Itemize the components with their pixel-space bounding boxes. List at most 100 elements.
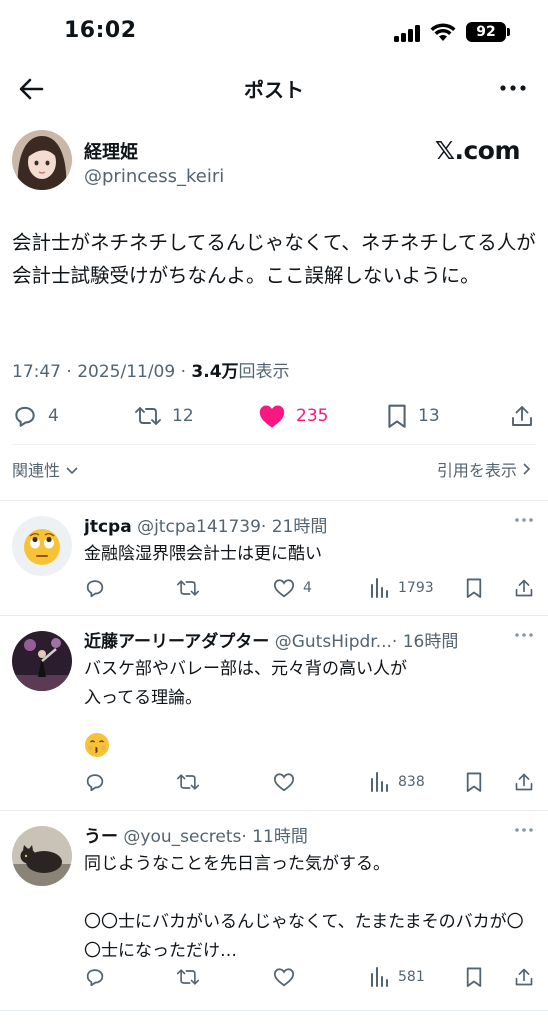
view-quotes-label: 引用を表示 — [436, 461, 517, 480]
reply-share-button[interactable] — [514, 962, 542, 992]
kissing-face-emoji — [84, 732, 110, 758]
heart-icon — [273, 773, 295, 792]
repost-icon — [176, 580, 200, 596]
bookmark-icon — [388, 404, 406, 428]
bookmark-button[interactable]: 13 — [386, 396, 440, 436]
divider — [12, 444, 536, 445]
reply-bookmark-button[interactable] — [465, 573, 491, 603]
reply-icon — [86, 580, 104, 598]
reply-header: jtcpa @jtcpa141739· 21時間 — [84, 512, 504, 537]
reply-like-count: 4 — [303, 580, 312, 596]
chevron-down-icon — [66, 467, 78, 475]
reply-view-count: 838 — [398, 774, 425, 790]
reply-author-name[interactable]: 近藤アーリーアダプター — [84, 632, 269, 652]
heart-icon — [273, 968, 295, 987]
analytics-bar-icon — [371, 967, 388, 987]
reply-reply-button[interactable] — [84, 767, 114, 797]
reply-view-count: 581 — [398, 969, 425, 985]
reply-author-handle[interactable]: @jtcpa141739 — [137, 517, 261, 537]
reply-author-name[interactable]: jtcpa — [84, 517, 132, 537]
repost-icon — [176, 774, 200, 790]
top-nav: ポスト — [0, 62, 548, 116]
bookmark-icon — [466, 772, 482, 792]
reply-share-button[interactable] — [514, 573, 542, 603]
reply-action-bar: 838 — [84, 767, 538, 797]
reply-avatar[interactable] — [12, 516, 72, 576]
reply-time: · 11時間 — [241, 827, 308, 847]
reply-item[interactable]: うー @you_secrets· 11時間 同じようなことを先日言った気がする。… — [0, 810, 548, 1010]
post-action-bar: 4 12 235 13 — [0, 396, 548, 436]
bookmark-icon — [466, 578, 482, 598]
like-button[interactable]: 235 — [258, 396, 328, 436]
reply-text: 同じようなことを先日言った気がする。 〇〇士にバカがいるんじゃなくて、たまたまそ… — [84, 854, 524, 961]
share-icon — [515, 968, 533, 986]
reply-action-bar: 581 — [84, 962, 538, 992]
like-count: 235 — [296, 406, 329, 426]
sort-relevance-label: 関連性 — [12, 461, 61, 480]
reply-author-handle[interactable]: @you_secrets — [123, 827, 241, 847]
more-options-icon[interactable] — [498, 76, 528, 100]
reply-repost-button[interactable] — [176, 573, 208, 603]
reply-more-icon[interactable] — [514, 631, 534, 639]
reply-repost-button[interactable] — [176, 767, 208, 797]
bookmark-icon — [466, 967, 482, 987]
reply-time: · 21時間 — [260, 517, 328, 537]
reply-icon — [86, 774, 104, 792]
bookmark-count: 13 — [418, 406, 440, 426]
repost-icon — [176, 969, 200, 985]
share-icon — [515, 773, 533, 791]
reply-bookmark-button[interactable] — [465, 962, 491, 992]
reply-reply-button[interactable] — [84, 962, 114, 992]
x-com-logo: 𝕏.com — [434, 136, 521, 165]
reply-share-button[interactable] — [514, 767, 542, 797]
analytics-bar-icon — [371, 772, 388, 792]
analytics-bar-icon — [371, 578, 388, 598]
reply-more-icon[interactable] — [514, 516, 534, 524]
reply-repost-button[interactable] — [176, 962, 208, 992]
repost-button[interactable]: 12 — [134, 396, 194, 436]
cellular-signal-icon — [394, 24, 424, 42]
share-icon — [512, 406, 532, 426]
reply-more-icon[interactable] — [514, 826, 534, 834]
reply-item[interactable]: 近藤アーリーアダプター @GutsHipdr...· 16時間 バスケ部やバレー… — [0, 615, 548, 810]
reply-view-count: 1793 — [398, 580, 434, 596]
status-bar: 16:02 92 — [0, 0, 548, 62]
reply-views-button[interactable]: 1793 — [370, 573, 434, 603]
reply-bookmark-button[interactable] — [465, 767, 491, 797]
view-count[interactable]: 3.4万 — [191, 362, 238, 382]
reply-like-button[interactable]: 4 — [273, 573, 312, 603]
reply-views-button[interactable]: 838 — [370, 767, 425, 797]
reply-avatar[interactable] — [12, 631, 72, 691]
page-title: ポスト — [244, 78, 304, 102]
reply-reply-button[interactable] — [84, 573, 114, 603]
view-quotes-link[interactable]: 引用を表示 — [437, 457, 532, 481]
reply-count: 4 — [48, 406, 59, 426]
reply-views-button[interactable]: 581 — [370, 962, 425, 992]
reply-like-button[interactable] — [273, 962, 303, 992]
view-label: 回表示 — [238, 362, 290, 382]
face-rolling-eyes-emoji — [12, 516, 72, 576]
reply-button[interactable]: 4 — [12, 396, 59, 436]
repost-count: 12 — [172, 406, 194, 426]
sort-relevance-dropdown[interactable]: 関連性 — [12, 457, 79, 481]
reply-like-button[interactable] — [273, 767, 303, 797]
battery-indicator: 92 — [466, 22, 510, 42]
status-time: 16:02 — [64, 18, 137, 43]
reply-avatar[interactable] — [12, 826, 72, 886]
reply-item[interactable]: jtcpa @jtcpa141739· 21時間 金融陰湿界隈会計士は更に酷い … — [0, 500, 548, 615]
share-button[interactable] — [510, 396, 544, 436]
reply-separator — [0, 1010, 548, 1011]
reply-author-handle[interactable]: @GutsHipdr... — [275, 632, 392, 652]
reply-action-bar: 4 1793 — [84, 573, 538, 603]
post-meta: 17:47 · 2025/11/09 · 3.4万回表示 — [12, 357, 290, 382]
post-timestamp: 17:47 · 2025/11/09 · — [12, 362, 192, 382]
author-name[interactable]: 経理姫 — [84, 138, 138, 164]
reply-author-name[interactable]: うー — [84, 827, 118, 847]
author-avatar[interactable] — [12, 130, 72, 190]
reply-header: 近藤アーリーアダプター @GutsHipdr...· 16時間 — [84, 627, 504, 652]
heart-filled-icon — [259, 405, 285, 428]
author-handle[interactable]: @princess_keiri — [84, 166, 224, 187]
share-icon — [515, 579, 533, 597]
reply-text: 金融陰湿界隈会計士は更に酷い — [84, 544, 322, 564]
reply-time: · 16時間 — [391, 632, 459, 652]
